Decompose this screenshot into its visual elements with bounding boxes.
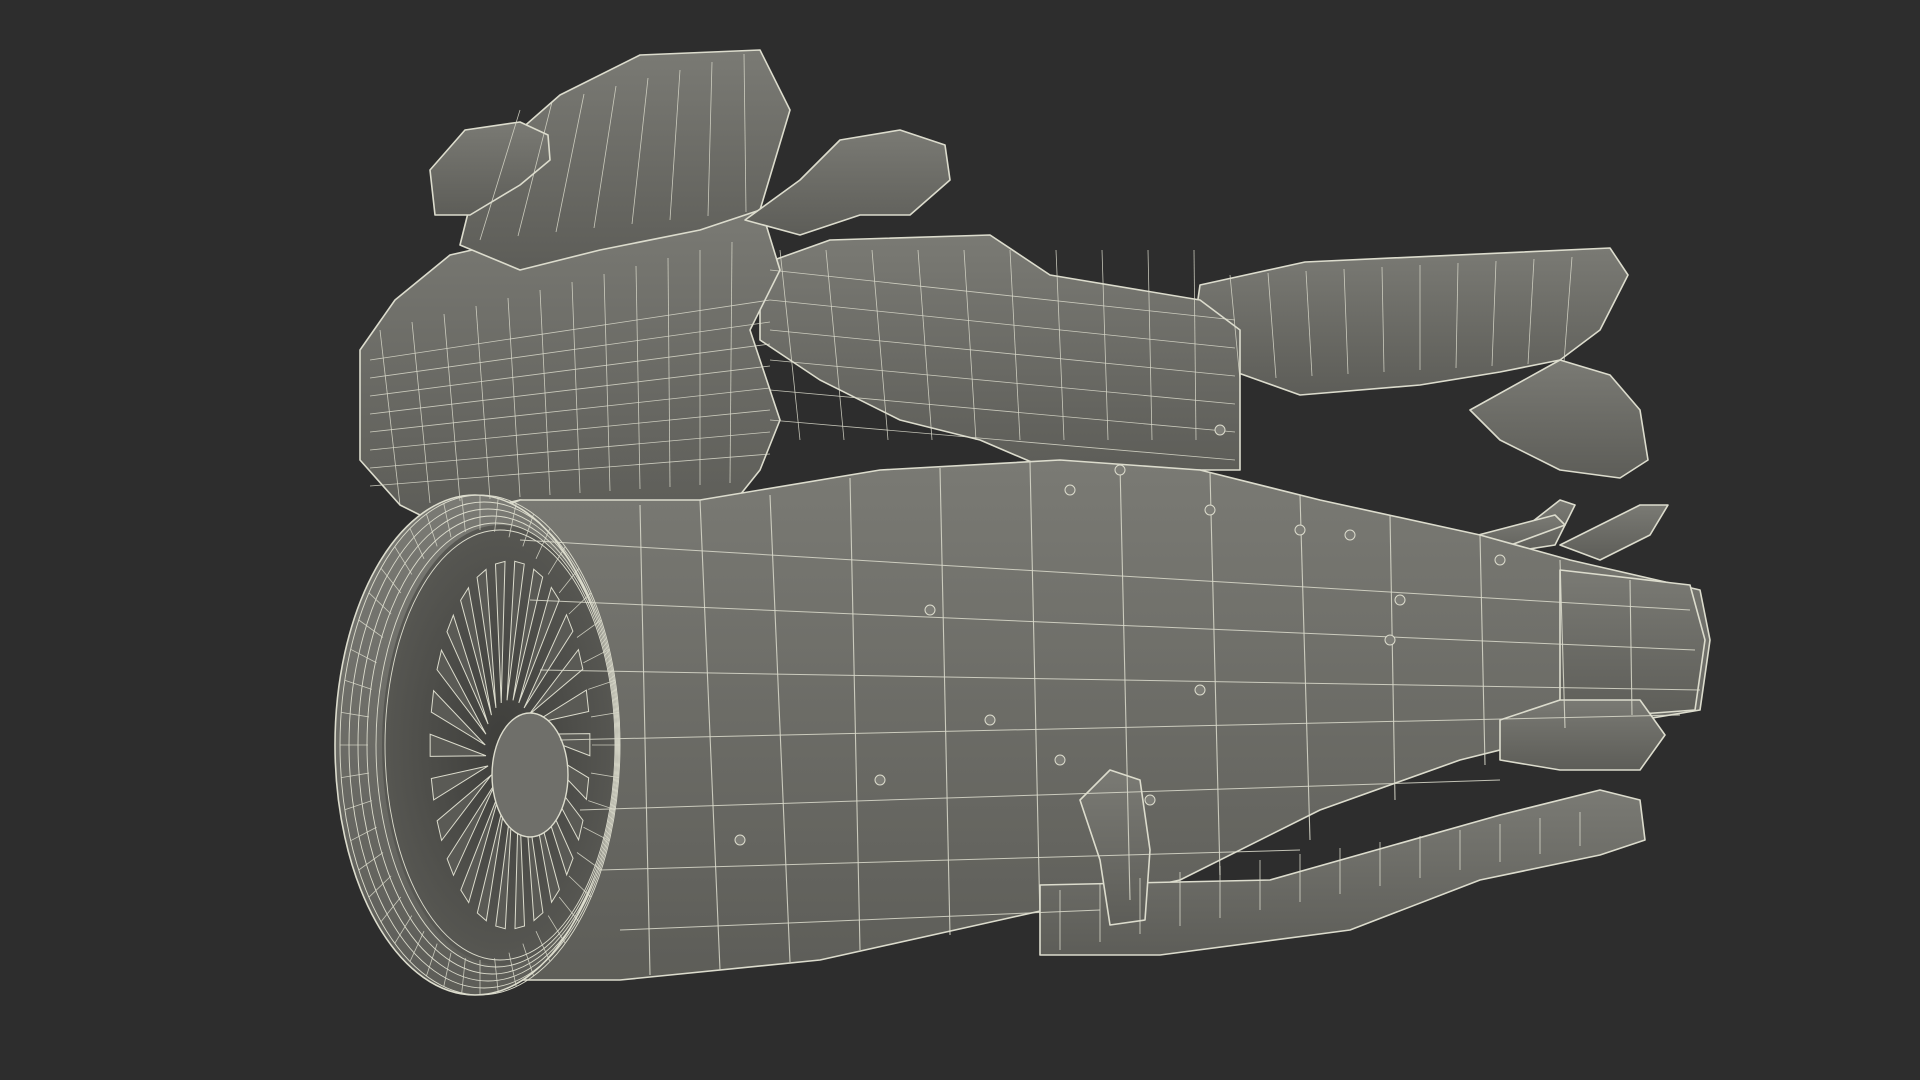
render-viewport — [0, 0, 1920, 1080]
fan-hub — [491, 712, 569, 838]
jet-motorcycle-wireframe-icon — [0, 0, 1920, 1080]
rivet — [1204, 504, 1216, 516]
rivet — [1294, 524, 1306, 536]
rivet — [1194, 684, 1206, 696]
rivet — [1344, 529, 1356, 541]
rivet — [1394, 594, 1406, 606]
rivet — [1114, 464, 1126, 476]
rivet — [734, 834, 746, 846]
rivet — [984, 714, 996, 726]
rivet — [1054, 754, 1066, 766]
rivet — [1064, 484, 1076, 496]
rivet — [924, 604, 936, 616]
rivet — [1214, 424, 1226, 436]
rivet — [874, 774, 886, 786]
rivet — [1144, 794, 1156, 806]
rivet — [1384, 634, 1396, 646]
rivet — [1494, 554, 1506, 566]
